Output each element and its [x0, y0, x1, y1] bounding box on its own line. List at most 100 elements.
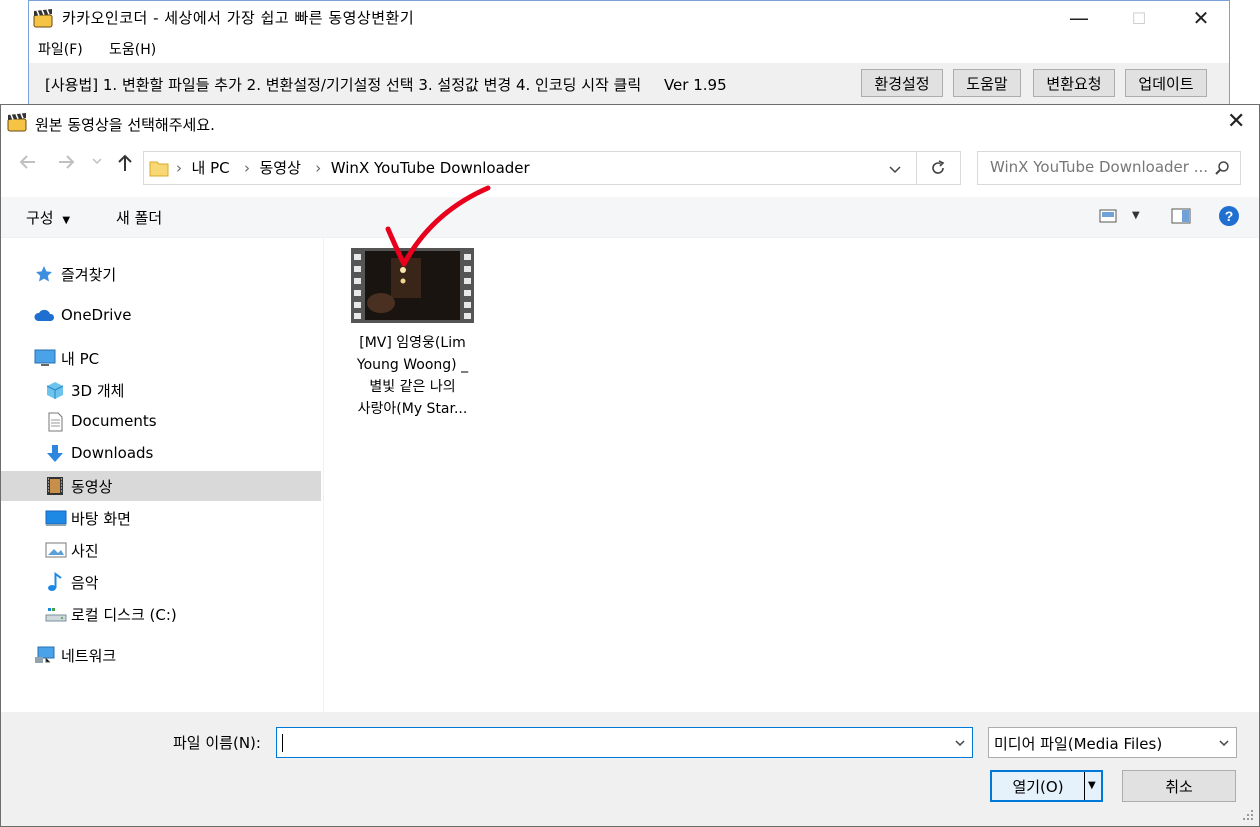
- nav-documents[interactable]: Documents: [1, 407, 321, 437]
- app-close-button[interactable]: ✕: [1178, 2, 1224, 34]
- back-arrow-icon[interactable]: [17, 151, 39, 179]
- address-bar[interactable]: › 내 PC › 동영상 › WinX YouTube Downloader: [143, 151, 961, 185]
- checkmark-annotation-icon: [385, 185, 491, 267]
- text-caret: [282, 734, 283, 752]
- download-arrow-icon: [45, 444, 65, 464]
- preview-pane-icon[interactable]: [1171, 208, 1191, 228]
- nav-downloads-label: Downloads: [71, 444, 154, 462]
- cube-icon: [45, 380, 65, 400]
- nav-favorites[interactable]: 즐겨찾기: [1, 259, 321, 289]
- refresh-icon[interactable]: [929, 159, 947, 181]
- organize-button[interactable]: 구성 ▼: [26, 207, 70, 228]
- dialog-close-button[interactable]: ✕: [1227, 109, 1245, 134]
- search-input[interactable]: WinX YouTube Downloader ...: [977, 151, 1241, 185]
- disk-drive-icon: [45, 604, 67, 624]
- open-button-label: 열기(O): [1012, 778, 1064, 796]
- search-icon[interactable]: [1214, 160, 1230, 180]
- nav-this-pc[interactable]: 내 PC: [1, 343, 321, 373]
- resize-grip-icon[interactable]: [1241, 808, 1255, 826]
- filter-chevron-down-icon[interactable]: [1218, 737, 1230, 753]
- nav-videos-label: 동영상: [71, 478, 113, 496]
- cancel-button[interactable]: 취소: [1122, 770, 1236, 802]
- file-type-select[interactable]: 미디어 파일(Media Files): [988, 727, 1237, 758]
- open-chevron-down-icon[interactable]: ▼: [1088, 780, 1096, 791]
- nav-local-disk-label: 로컬 디스크 (C:): [71, 606, 177, 624]
- search-placeholder: WinX YouTube Downloader ...: [990, 158, 1209, 176]
- filename-chevron-down-icon[interactable]: [954, 737, 966, 753]
- maximize-button[interactable]: ☐: [1116, 2, 1162, 34]
- svg-text:?: ?: [1225, 208, 1234, 224]
- breadcrumb-this-pc[interactable]: 내 PC: [192, 159, 230, 177]
- filename-label: 파일 이름(N):: [173, 734, 261, 752]
- file-name: [MV] 임영웅(Lim Young Woong) _ 별빛 같은 나의 사랑아…: [356, 335, 469, 417]
- nav-this-pc-label: 내 PC: [61, 350, 100, 368]
- cloud-icon: [34, 306, 55, 326]
- nav-desktop-label: 바탕 화면: [71, 510, 131, 528]
- nav-desktop[interactable]: 바탕 화면: [1, 503, 321, 533]
- menu-help[interactable]: 도움(H): [109, 39, 156, 59]
- organize-chevron-down-icon: ▼: [62, 215, 71, 226]
- usage-instructions: [사용법] 1. 변환할 파일들 추가 2. 변환설정/기기설정 선택 3. 설…: [45, 74, 727, 95]
- breadcrumb: › 내 PC › 동영상 › WinX YouTube Downloader: [176, 159, 530, 177]
- navigation-pane: 즐겨찾기 OneDrive 내 PC 3D 개체 Documents Downl…: [1, 238, 323, 712]
- nav-onedrive[interactable]: OneDrive: [1, 301, 321, 331]
- help-button[interactable]: 도움말: [953, 69, 1021, 97]
- nav-music-label: 음악: [71, 574, 99, 592]
- menu-file[interactable]: 파일(F): [38, 39, 83, 59]
- nav-documents-label: Documents: [71, 412, 157, 430]
- nav-pictures[interactable]: 사진: [1, 535, 321, 565]
- minimize-button[interactable]: —: [1056, 2, 1102, 34]
- nav-network-label: 네트워크: [61, 647, 117, 665]
- open-button[interactable]: 열기(O) ▼: [990, 770, 1103, 802]
- app-title-bar: 카카오인코더 - 세상에서 가장 쉽고 빠른 동영상변환기 — ☐ ✕: [29, 1, 1229, 35]
- dialog-title: 원본 동영상을 선택해주세요.: [35, 116, 215, 134]
- nav-favorites-label: 즐겨찾기: [61, 266, 117, 284]
- version-label: Ver 1.95: [663, 76, 727, 94]
- app-clapper-icon: [33, 8, 53, 28]
- organize-label: 구성: [26, 209, 54, 227]
- network-icon: [34, 645, 55, 665]
- desktop-icon: [45, 508, 67, 528]
- command-bar: 구성 ▼ 새 폴더 ▼ ?: [1, 197, 1259, 237]
- open-file-dialog: 원본 동영상을 선택해주세요. ✕ › 내 PC › 동영상 › WinX Yo…: [0, 104, 1260, 827]
- recent-chevron-down-icon[interactable]: [91, 155, 103, 171]
- navigation-row: › 내 PC › 동영상 › WinX YouTube Downloader W…: [1, 145, 1259, 189]
- file-item[interactable]: [MV] 임영웅(Lim Young Woong) _ 별빛 같은 나의 사랑아…: [344, 248, 474, 418]
- star-icon: [34, 264, 54, 284]
- dialog-footer: 파일 이름(N): 미디어 파일(Media Files) 열기(O) ▼ 취소: [1, 712, 1259, 826]
- document-icon: [45, 412, 65, 432]
- address-chevron-down-icon[interactable]: [888, 162, 902, 180]
- nav-local-disk[interactable]: 로컬 디스크 (C:): [1, 599, 321, 629]
- forward-arrow-icon[interactable]: [55, 151, 77, 179]
- file-list-pane: [MV] 임영웅(Lim Young Woong) _ 별빛 같은 나의 사랑아…: [324, 238, 1259, 712]
- filename-input[interactable]: [276, 727, 973, 758]
- nav-pictures-label: 사진: [71, 542, 99, 560]
- view-options-icon[interactable]: [1099, 209, 1117, 227]
- monitor-icon: [34, 348, 56, 368]
- nav-network[interactable]: 네트워크: [1, 640, 321, 670]
- breadcrumb-videos[interactable]: 동영상: [260, 159, 301, 177]
- view-chevron-down-icon[interactable]: ▼: [1132, 210, 1140, 221]
- help-icon[interactable]: ?: [1218, 205, 1240, 231]
- update-button[interactable]: 업데이트: [1125, 69, 1207, 97]
- app-title: 카카오인코더 - 세상에서 가장 쉽고 빠른 동영상변환기: [62, 9, 415, 27]
- nav-videos[interactable]: 동영상: [1, 471, 321, 501]
- file-type-value: 미디어 파일(Media Files): [994, 735, 1163, 753]
- settings-button[interactable]: 환경설정: [861, 69, 943, 97]
- nav-3d-objects[interactable]: 3D 개체: [1, 375, 321, 405]
- app-menu-bar: 파일(F) 도움(H): [29, 35, 1229, 63]
- usage-text: [사용법] 1. 변환할 파일들 추가 2. 변환설정/기기설정 선택 3. 설…: [45, 76, 642, 94]
- nav-3d-objects-label: 3D 개체: [71, 382, 125, 400]
- request-button[interactable]: 변환요청: [1033, 69, 1115, 97]
- music-note-icon: [45, 572, 65, 592]
- film-strip-icon: [45, 476, 65, 496]
- up-arrow-icon[interactable]: [114, 152, 136, 178]
- breadcrumb-current-folder[interactable]: WinX YouTube Downloader: [331, 159, 530, 177]
- folder-icon: [149, 158, 169, 182]
- nav-music[interactable]: 음악: [1, 567, 321, 597]
- nav-onedrive-label: OneDrive: [61, 306, 132, 324]
- new-folder-button[interactable]: 새 폴더: [116, 207, 162, 228]
- nav-downloads[interactable]: Downloads: [1, 439, 321, 469]
- picture-icon: [45, 540, 67, 560]
- dialog-clapper-icon: [7, 112, 27, 132]
